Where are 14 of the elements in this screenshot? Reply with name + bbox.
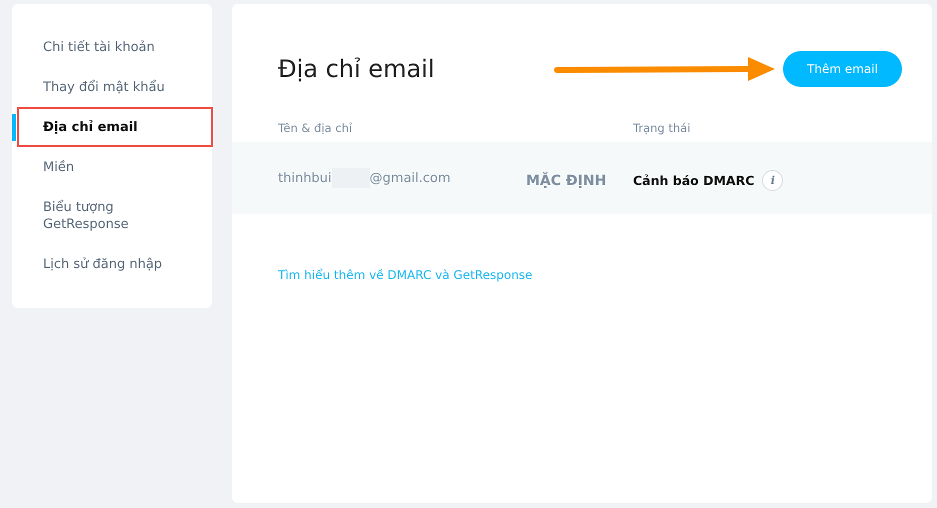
default-label: MẶC ĐỊNH [526, 172, 608, 188]
column-header: Tên & địa chỉ [278, 121, 354, 135]
info-icon[interactable]: i [762, 170, 784, 191]
email-text: thinhbui [278, 170, 332, 186]
sidebar-item[interactable]: Thay đổi mật khẩu [43, 79, 183, 96]
column-header: Trạng thái [633, 121, 690, 135]
sidebar-item[interactable]: Chi tiết tài khoản [43, 39, 183, 56]
sidebar-item[interactable]: Lịch sử đăng nhập [43, 256, 183, 273]
status-text: Cảnh báo DMARC [633, 173, 754, 188]
email-text: @gmail.com [370, 170, 451, 186]
sidebar-item[interactable]: Miền [43, 159, 183, 176]
sidebar-item[interactable]: Địa chỉ email [43, 119, 183, 136]
sidebar-item[interactable]: Biểu tượng GetResponse [43, 199, 183, 233]
page-title: Địa chỉ email [278, 55, 436, 83]
